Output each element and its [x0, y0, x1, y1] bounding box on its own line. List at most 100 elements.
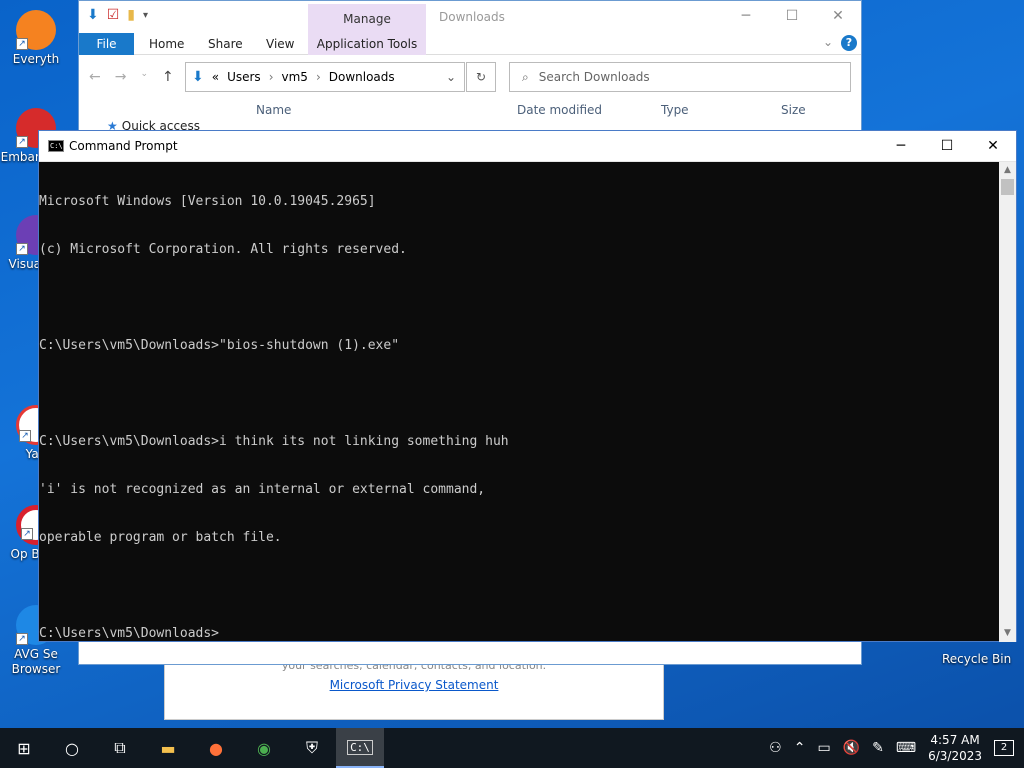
explorer-titlebar: ⬇ ☑ ▮ ▾ Manage Downloads ─ ☐ ✕ — [79, 1, 861, 34]
taskbar: ⊞ ○ ⧉ ▬ ● ◉ ⛨ C:\ ⚇ ⌃ ▭ 🔇 ✎ ⌨ 4:57 AM 6/… — [0, 728, 1024, 768]
shield-icon: ⛨ — [305, 738, 318, 757]
close-icon[interactable]: ✕ — [970, 131, 1016, 161]
console-output[interactable]: Microsoft Windows [Version 10.0.19045.29… — [39, 162, 999, 642]
scroll-down-icon[interactable]: ▼ — [999, 625, 1016, 642]
search-circle-icon: ○ — [65, 738, 79, 758]
taskbar-file-explorer[interactable]: ▬ — [144, 728, 192, 768]
system-tray: ⚇ ⌃ ▭ 🔇 ✎ ⌨ 4:57 AM 6/3/2023 2 — [769, 728, 1024, 768]
console-line: (c) Microsoft Corporation. All rights re… — [39, 242, 407, 257]
maximize-icon[interactable]: ☐ — [924, 131, 970, 161]
notification-count: 2 — [1000, 742, 1008, 753]
address-dropdown-icon[interactable]: ⌄ — [446, 70, 456, 84]
show-hidden-icons-icon[interactable]: ⌃ — [794, 740, 806, 756]
console-line: 'i' is not recognized as an internal or … — [39, 482, 486, 497]
start-button[interactable]: ⊞ — [0, 728, 48, 768]
recent-locations-icon[interactable]: ⌄ — [140, 69, 148, 85]
taskbar-firefox[interactable]: ● — [192, 728, 240, 768]
explorer-window-controls: ─ ☐ ✕ — [723, 1, 861, 31]
windows-logo-icon: ⊞ — [17, 738, 31, 758]
back-arrow-icon[interactable]: ← — [89, 69, 101, 85]
quick-access-toolbar: ⬇ ☑ ▮ ▾ — [87, 7, 148, 23]
privacy-statement-link[interactable]: Microsoft Privacy Statement — [330, 678, 499, 692]
breadcrumb-separator-icon: › — [268, 70, 274, 84]
scroll-up-icon[interactable]: ▲ — [999, 162, 1016, 179]
column-header-date-modified[interactable]: Date modified — [517, 103, 602, 117]
console-prompt-line: C:\Users\vm5\Downloads> — [39, 626, 220, 641]
task-view-button[interactable]: ⧉ — [96, 728, 144, 768]
customize-toolbar-icon[interactable]: ▾ — [143, 10, 148, 21]
column-header-name[interactable]: Name — [256, 103, 291, 117]
people-icon[interactable]: ⚇ — [769, 740, 782, 756]
share-tab[interactable]: Share — [208, 35, 243, 53]
console-line: operable program or batch file. — [39, 530, 282, 545]
desktop-icon-label: Everyth — [12, 52, 60, 66]
scroll-thumb[interactable] — [1001, 179, 1014, 195]
recycle-bin-label: Recycle Bin — [942, 652, 1012, 666]
taskbar-command-prompt[interactable]: C:\ — [336, 728, 384, 768]
pen-icon[interactable]: ✎ — [872, 740, 884, 756]
application-tools-tab[interactable]: Application Tools — [308, 33, 426, 55]
new-folder-icon[interactable]: ▮ — [127, 7, 135, 23]
desktop-icon-label: AVG Se Browser — [11, 647, 61, 676]
clock-date: 6/3/2023 — [928, 749, 982, 763]
minimize-icon[interactable]: ─ — [723, 1, 769, 31]
manage-tab[interactable]: Manage — [308, 4, 426, 34]
help-icon[interactable]: ? — [841, 35, 857, 51]
address-bar[interactable]: ⬇ « Users › vm5 › Downloads ⌄ — [185, 62, 465, 92]
file-tab[interactable]: File — [79, 33, 134, 55]
maximize-icon[interactable]: ☐ — [769, 1, 815, 31]
view-tab[interactable]: View — [266, 35, 294, 53]
command-prompt-icon: C:\ — [48, 140, 64, 152]
console-line: C:\Users\vm5\Downloads>i think its not l… — [39, 434, 509, 449]
address-overflow[interactable]: « — [212, 70, 219, 84]
search-input[interactable]: ⌕ Search Downloads — [509, 62, 851, 92]
properties-icon[interactable]: ☑ — [107, 7, 120, 23]
breadcrumb-downloads[interactable]: Downloads — [329, 70, 395, 84]
keyboard-icon[interactable]: ⌨ — [896, 740, 916, 756]
command-prompt-window[interactable]: C:\ Command Prompt ─ ☐ ✕ Microsoft Windo… — [38, 130, 1017, 642]
folder-icon: ▬ — [160, 738, 176, 758]
cmd-window-title: Command Prompt — [69, 139, 178, 153]
console-line: C:\Users\vm5\Downloads>"bios-shutdown (1… — [39, 338, 400, 353]
cmd-window-controls: ─ ☐ ✕ — [878, 131, 1016, 161]
desktop-icon-everything[interactable]: ↗ Everyth — [0, 10, 72, 67]
everything-app-icon: ↗ — [16, 10, 56, 50]
volume-muted-icon[interactable]: 🔇 — [843, 740, 860, 756]
home-tab[interactable]: Home — [149, 35, 184, 53]
downloads-folder-icon: ⬇ — [192, 69, 204, 85]
column-header-size[interactable]: Size — [781, 103, 806, 117]
cmd-titlebar[interactable]: C:\ Command Prompt ─ ☐ ✕ — [39, 131, 1016, 162]
chrome-icon: ◉ — [257, 738, 271, 758]
refresh-icon[interactable]: ↻ — [466, 62, 496, 92]
search-placeholder: Search Downloads — [538, 70, 650, 84]
column-header-type[interactable]: Type — [661, 103, 689, 117]
command-prompt-icon: C:\ — [347, 739, 373, 755]
desktop-icon-recycle-bin[interactable]: Recycle Bin — [942, 652, 1011, 666]
clock-time: 4:57 AM — [930, 733, 980, 747]
explorer-window-title: Downloads — [439, 10, 505, 24]
forward-arrow-icon[interactable]: → — [115, 69, 127, 85]
taskbar-chrome[interactable]: ◉ — [240, 728, 288, 768]
task-view-icon: ⧉ — [114, 738, 126, 757]
network-icon[interactable]: ▭ — [817, 740, 830, 756]
breadcrumb-vm5[interactable]: vm5 — [282, 70, 308, 84]
breadcrumb-users[interactable]: Users — [227, 70, 261, 84]
minimize-icon[interactable]: ─ — [878, 131, 924, 161]
navigation-row: ← → ⌄ ↑ ⬇ « Users › vm5 › Downloads ⌄ ↻ … — [79, 55, 861, 99]
chevron-down-icon[interactable]: ⌄ — [823, 35, 833, 49]
console-line: Microsoft Windows [Version 10.0.19045.29… — [39, 194, 376, 209]
notification-center-button[interactable]: 2 — [994, 740, 1014, 756]
ribbon-tabs: File Home Share View Application Tools ⌄… — [79, 33, 861, 55]
download-arrow-icon[interactable]: ⬇ — [87, 7, 99, 23]
up-arrow-icon[interactable]: ↑ — [162, 69, 174, 85]
taskbar-windows-security[interactable]: ⛨ — [288, 728, 336, 768]
vertical-scrollbar[interactable]: ▲ ▼ — [999, 162, 1016, 642]
search-button[interactable]: ○ — [48, 728, 96, 768]
breadcrumb-separator-icon: › — [315, 70, 321, 84]
close-icon[interactable]: ✕ — [815, 1, 861, 31]
search-icon: ⌕ — [522, 69, 529, 84]
clock[interactable]: 4:57 AM 6/3/2023 — [928, 732, 982, 764]
